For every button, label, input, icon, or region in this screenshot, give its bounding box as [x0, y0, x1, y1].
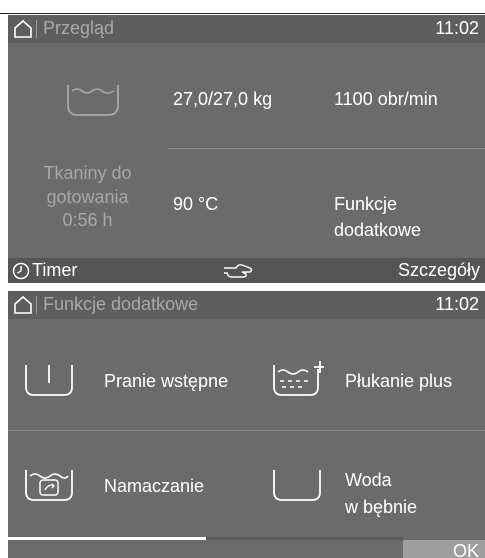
- divider: [168, 148, 485, 149]
- clock-icon[interactable]: [12, 262, 30, 280]
- ok-button[interactable]: OK: [403, 540, 485, 558]
- extras-line1[interactable]: Funkcje: [334, 191, 397, 217]
- option-prewash[interactable]: Pranie wstępne: [104, 368, 228, 394]
- screen-gap: [0, 283, 485, 291]
- water-in-drum-icon[interactable]: [270, 466, 324, 506]
- window-top-frame: [0, 0, 485, 14]
- clock-time: 11:02: [435, 294, 479, 314]
- details-button[interactable]: Szczegóły: [398, 260, 480, 281]
- clock-time: 11:02: [435, 18, 479, 38]
- temperature-value[interactable]: 90 °C: [173, 191, 218, 217]
- option-rinse-plus[interactable]: Płukanie plus: [345, 368, 452, 394]
- option-water-in-drum-line2[interactable]: w bębnie: [345, 494, 417, 520]
- option-soak[interactable]: Namaczanie: [104, 473, 204, 499]
- extras-line2[interactable]: dodatkowe: [334, 217, 421, 243]
- program-name-line1: Tkaniny do: [43, 163, 132, 183]
- overview-footer: Timer Szczegóły: [8, 258, 485, 283]
- page-title: Przegląd: [43, 18, 115, 38]
- option-water-in-drum-line1[interactable]: Woda: [345, 467, 392, 493]
- page-title: Funkcje dodatkowe: [43, 294, 199, 314]
- extras-header: Funkcje dodatkowe 11:02: [8, 291, 485, 319]
- load-value[interactable]: 27,0/27,0 kg: [173, 86, 272, 112]
- soak-icon[interactable]: [22, 466, 76, 506]
- rinse-plus-icon[interactable]: [270, 361, 324, 401]
- spin-value[interactable]: 1100 obr/min: [334, 86, 438, 112]
- scroll-indicator[interactable]: [8, 537, 206, 540]
- home-icon[interactable]: [13, 19, 33, 39]
- wash-basin-icon: [67, 85, 119, 116]
- program-duration: 0:56 h: [62, 210, 113, 230]
- divider: [8, 430, 485, 431]
- overview-header: Przegląd 11:02: [8, 15, 485, 43]
- timer-button[interactable]: Timer: [32, 260, 77, 281]
- extras-screen: Funkcje dodatkowe 11:02 Pranie wstępne P…: [8, 291, 485, 558]
- overview-screen: Przegląd 11:02 27,0/27,0 kg 1100 obr/min…: [8, 15, 485, 283]
- header-separator: [36, 20, 37, 38]
- header-separator: [36, 296, 37, 314]
- hand-swipe-icon[interactable]: [222, 262, 254, 280]
- home-icon[interactable]: [13, 295, 33, 315]
- prewash-icon[interactable]: [22, 361, 76, 401]
